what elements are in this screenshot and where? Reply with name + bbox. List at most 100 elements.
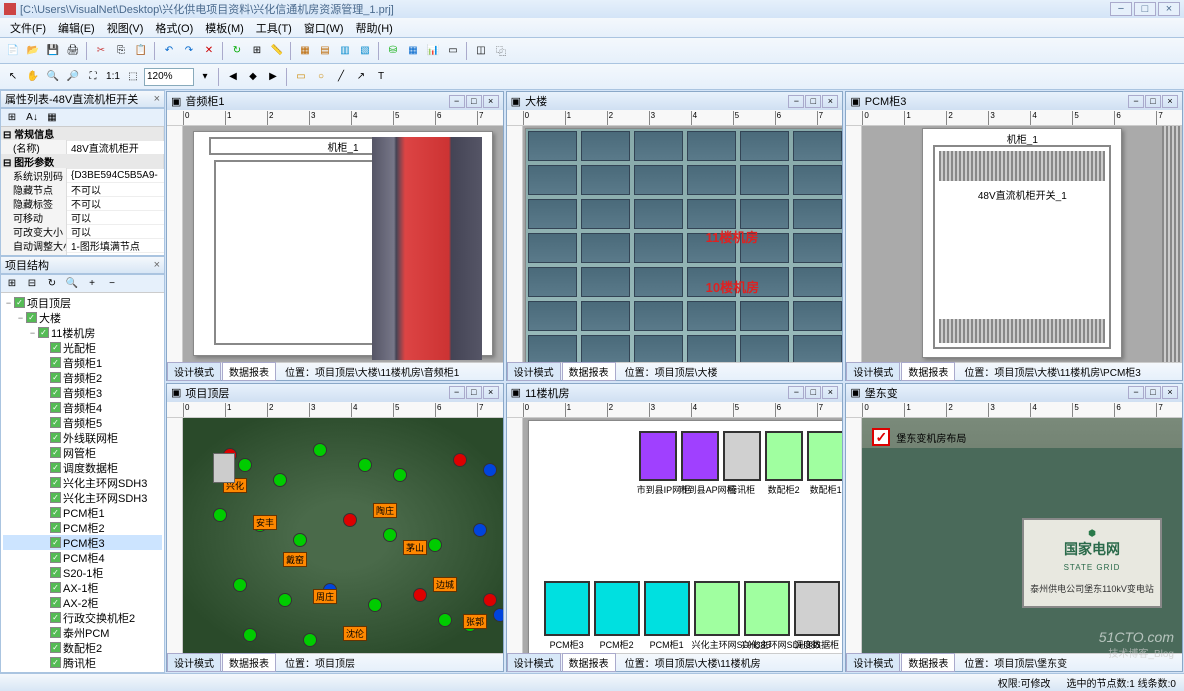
mdi-title-bar[interactable]: ▣11楼机房 −□× (507, 384, 843, 402)
menu-item[interactable]: 窗口(W) (298, 20, 350, 36)
tree-node[interactable]: 兴化主环网SDH3 (3, 490, 162, 505)
property-row[interactable]: 隐藏节点不可以 (1, 183, 164, 197)
map-node[interactable] (343, 513, 357, 527)
tree-node[interactable]: 市到县AP网柜 (3, 670, 162, 672)
align-l-icon[interactable]: ◀ (224, 68, 242, 86)
mdi-max-icon[interactable]: □ (805, 386, 821, 399)
map-node[interactable] (293, 533, 307, 547)
prop-az-icon[interactable]: A↓ (23, 109, 41, 127)
map-node[interactable] (368, 598, 382, 612)
tab-design[interactable]: 设计模式 (507, 653, 561, 672)
tab-design[interactable]: 设计模式 (167, 362, 221, 381)
tree-node[interactable]: S20-1柜 (3, 565, 162, 580)
tree-node[interactable]: AX-1柜 (3, 580, 162, 595)
cabinet[interactable] (744, 581, 790, 636)
zoom-fit-icon[interactable]: ⛶ (84, 68, 102, 86)
map-node[interactable] (438, 613, 452, 627)
tab-data[interactable]: 数据报表 (222, 362, 276, 381)
tree-collapse-icon[interactable]: ⊟ (23, 275, 41, 293)
map-node[interactable] (358, 458, 372, 472)
tree-node[interactable]: 音频柜4 (3, 400, 162, 415)
tree-node[interactable]: −11楼机房 (3, 325, 162, 340)
text-icon[interactable]: T (372, 68, 390, 86)
gis-map[interactable]: 兴化安丰戴窑周庄沈伦陶庄茅山边城张郭 (183, 418, 503, 654)
db-icon[interactable]: ⛁ (384, 42, 402, 60)
property-row[interactable]: 可改变大小可以 (1, 225, 164, 239)
copy-icon[interactable]: ⎘ (112, 42, 130, 60)
hand-icon[interactable]: ✋ (24, 68, 42, 86)
map-label[interactable]: 陶庄 (373, 503, 397, 518)
shape3-icon[interactable]: ╱ (332, 68, 350, 86)
menu-item[interactable]: 帮助(H) (350, 20, 399, 36)
tree-node[interactable]: AX-2柜 (3, 595, 162, 610)
property-row[interactable]: ⊟ 图形参数 (1, 155, 164, 169)
project-tree[interactable]: ⊞ ⊟ ↻ 🔍 + − −项目顶层−大楼−11楼机房光配柜音频柜1音频柜2音频柜… (0, 274, 165, 673)
mdi-close-icon[interactable]: × (483, 386, 499, 399)
tree-node[interactable]: 音频柜1 (3, 355, 162, 370)
layer2-icon[interactable]: ▤ (316, 42, 334, 60)
mdi-max-icon[interactable]: □ (466, 386, 482, 399)
map-node[interactable] (453, 453, 467, 467)
map-node[interactable] (278, 593, 292, 607)
undo-icon[interactable]: ↶ (160, 42, 178, 60)
tree-close-icon[interactable]: × (154, 259, 160, 271)
tab-data[interactable]: 数据报表 (562, 653, 616, 672)
refresh-icon[interactable]: ↻ (228, 42, 246, 60)
cut-icon[interactable]: ✂ (92, 42, 110, 60)
substation-photo[interactable]: ✓ 堡东变机房布局 ⬢ 国家电网 STATE GRID 泰州供电公司堡东110k… (862, 418, 1182, 654)
menu-item[interactable]: 编辑(E) (52, 20, 101, 36)
menu-bar[interactable]: 文件(F)编辑(E)视图(V)格式(O)模板(M)工具(T)窗口(W)帮助(H) (0, 18, 1184, 38)
tree-node[interactable]: 行政交换机柜2 (3, 610, 162, 625)
close-button[interactable]: × (1158, 2, 1180, 16)
property-row[interactable]: 边线样式5-透视 (1, 253, 164, 255)
mdi-min-icon[interactable]: − (1128, 95, 1144, 108)
mdi-max-icon[interactable]: □ (805, 95, 821, 108)
tree-node[interactable]: PCM柜4 (3, 550, 162, 565)
cabinet[interactable] (594, 581, 640, 636)
property-row[interactable]: 可移动可以 (1, 211, 164, 225)
shape2-icon[interactable]: ○ (312, 68, 330, 86)
tree-node[interactable]: 腾讯柜 (3, 655, 162, 670)
cabinet[interactable] (794, 581, 840, 636)
mdi-title-bar[interactable]: ▣音频柜1 −□× (167, 92, 503, 110)
mdi-title-bar[interactable]: ▣大楼 −□× (507, 92, 843, 110)
mdi-title-bar[interactable]: ▣项目顶层 −□× (167, 384, 503, 402)
mdi-close-icon[interactable]: × (822, 95, 838, 108)
mdi-max-icon[interactable]: □ (1145, 386, 1161, 399)
tree-node[interactable]: 调度数据柜 (3, 460, 162, 475)
map-node[interactable] (483, 593, 497, 607)
new-icon[interactable]: 📄 (4, 42, 22, 60)
tab-data[interactable]: 数据报表 (222, 653, 276, 672)
mdi-min-icon[interactable]: − (788, 386, 804, 399)
menu-item[interactable]: 工具(T) (250, 20, 298, 36)
map-label[interactable]: 张郭 (463, 614, 487, 629)
map-node[interactable] (393, 468, 407, 482)
cabinet[interactable] (544, 581, 590, 636)
chart-icon[interactable]: 📊 (424, 42, 442, 60)
map-node[interactable] (273, 473, 287, 487)
tree-node[interactable]: 数配柜2 (3, 640, 162, 655)
pointer-icon[interactable]: ↖ (4, 68, 22, 86)
mdi-min-icon[interactable]: − (788, 95, 804, 108)
layer3-icon[interactable]: ▥ (336, 42, 354, 60)
tree-del-icon[interactable]: − (103, 275, 121, 293)
properties-grid[interactable]: ⊞ A↓ ▦ ⊟ 常规信息(名称)48V直流机柜开⊟ 图形参数系统识别码{D3B… (0, 108, 165, 256)
tree-node[interactable]: 网管柜 (3, 445, 162, 460)
ruler-icon[interactable]: 📏 (268, 42, 286, 60)
cabinet[interactable] (807, 431, 843, 481)
tree-node[interactable]: PCM柜3 (3, 535, 162, 550)
property-row[interactable]: ⊟ 常规信息 (1, 127, 164, 141)
prop-grid-icon[interactable]: ▦ (43, 109, 61, 127)
floor-label-11[interactable]: 11楼机房 (706, 227, 759, 246)
table-icon[interactable]: ▦ (404, 42, 422, 60)
layer4-icon[interactable]: ▧ (356, 42, 374, 60)
map-node[interactable] (243, 628, 257, 642)
menu-item[interactable]: 格式(O) (149, 20, 199, 36)
mdi-close-icon[interactable]: × (1162, 95, 1178, 108)
tree-node[interactable]: 兴化主环网SDH3 (3, 475, 162, 490)
tree-expand-icon[interactable]: ⊞ (3, 275, 21, 293)
mdi-max-icon[interactable]: □ (466, 95, 482, 108)
cabinet[interactable] (639, 431, 677, 481)
map-label[interactable]: 安丰 (253, 515, 277, 530)
mdi-close-icon[interactable]: × (1162, 386, 1178, 399)
